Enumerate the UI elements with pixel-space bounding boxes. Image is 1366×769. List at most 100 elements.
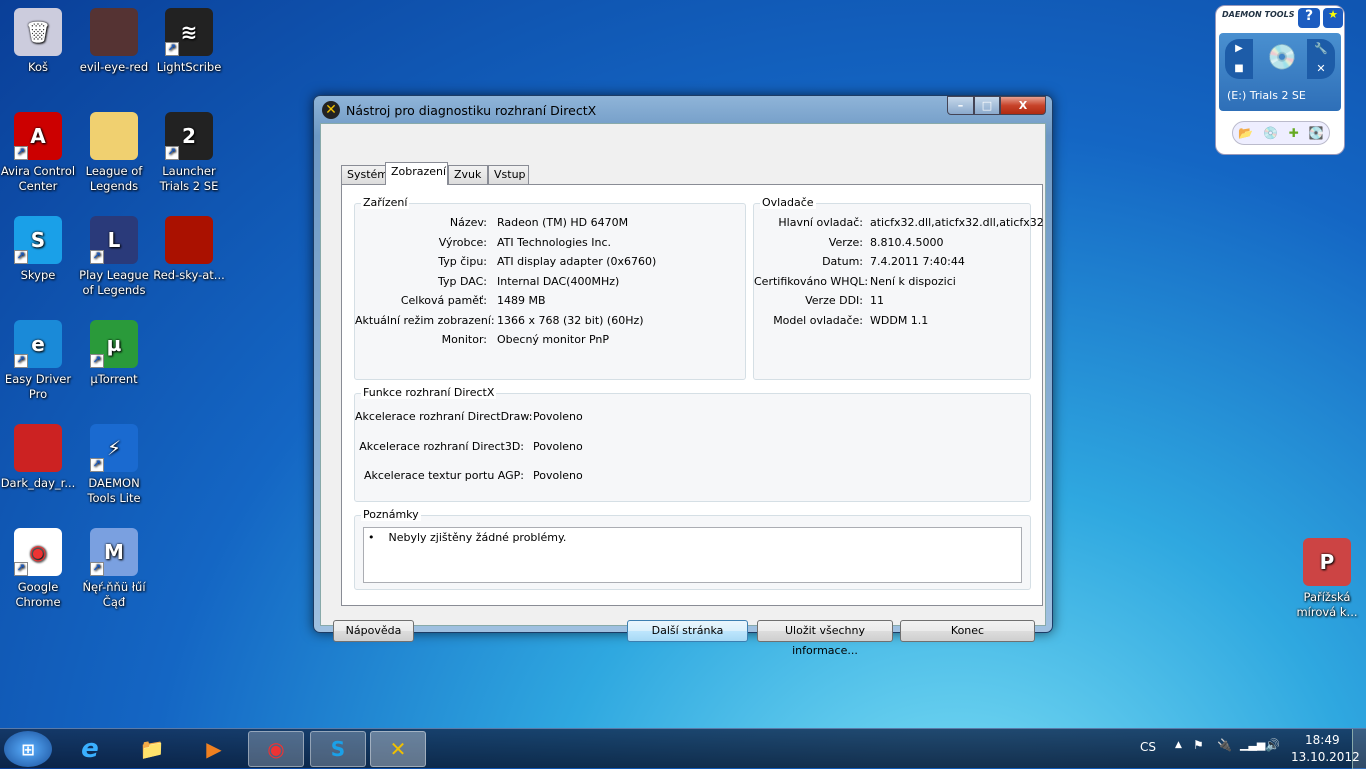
mount-play-button[interactable]: ▶ ■ [1225,39,1253,79]
desktop-icon-label: Red-sky-at... [153,268,225,282]
exit-button[interactable]: Konec [900,620,1035,642]
desktop-icon-label: Skype [20,268,56,282]
device-value: ATI Technologies Inc. [497,235,612,249]
open-image-icon[interactable]: 📂 [1238,126,1253,140]
desktop-icon[interactable]: evil-eye-red [76,8,152,75]
image-catalog-icon[interactable]: 💿 [1263,126,1278,140]
desktop-icon-label: League of Legends [85,164,143,193]
display-tab-panel: Zařízení Název: Radeon (TM) HD 6470M Výrob… [341,184,1044,606]
clock-date[interactable]: 13.10.2012 [1291,750,1360,764]
minimize-button[interactable]: – [947,96,974,115]
drive-label: (E:) Trials 2 SE [1227,89,1306,102]
desktop-icon[interactable]: L ↗ Play League of Legends [76,216,152,298]
features-value: Povoleno [533,439,583,453]
desktop-icon[interactable]: Red-sky-at... [151,216,227,283]
desktop-icon[interactable]: A ↗ Avira Control Center [0,112,76,194]
desktop-icon[interactable]: ⚡ ↗ DAEMON Tools Lite [76,424,152,506]
start-button[interactable]: ⊞ [4,731,52,767]
lightscribe-icon: ≋ ↗ [165,8,213,56]
action-center-flag-icon[interactable]: ⚑ [1193,738,1204,752]
image-icon [14,424,62,472]
desktop-icon-label: Google Chrome [15,580,61,609]
help-button[interactable]: Nápověda [333,620,414,642]
taskbar-explorer-icon[interactable]: 📁 [124,731,180,767]
tab-sound[interactable]: Zvuk [448,165,488,184]
desktop-icon[interactable]: 🗑 Koš [0,8,76,75]
desktop-icon[interactable]: ≋ ↗ LightScribe [151,8,227,75]
dialog-body: Systém Zobrazení Zvuk Vstup Zařízení Náz… [320,123,1046,657]
tab-system[interactable]: Systém [341,165,388,184]
features-label: Akcelerace rozhraní Direct3D: [359,439,524,453]
taskbar-skype-icon[interactable]: S [310,731,366,767]
desktop-icon[interactable]: M ↗ Ńęŕ-ňňü łűí Čąđ [76,528,152,610]
device-label: Monitor: [441,333,487,346]
features-label: Akcelerace textur portu AGP: [363,469,524,482]
shortcut-arrow-icon: ↗ [14,354,28,368]
device-value: Radeon (TM) HD 6470M [497,216,629,229]
desktop-icon[interactable]: S ↗ Skype [0,216,76,283]
desktop-icon[interactable]: 2 ↗ Launcher Trials 2 SE [151,112,227,194]
device-value: ATI display adapter (0x6760) [497,255,657,268]
shortcut-arrow-icon: ↗ [90,458,104,472]
shortcut-arrow-icon: ↗ [165,42,179,56]
power-icon[interactable]: 🔌 [1217,738,1232,752]
virtual-drive-icon: 💿 [1267,43,1297,71]
device-heading: Zařízení [361,196,410,209]
next-page-button[interactable]: Další stránka [627,620,748,642]
title-bar[interactable]: ✕ Nástroj pro diagnostiku rozhraní Direct… [322,101,596,119]
close-button[interactable]: X [1000,96,1046,115]
desktop-icon-label: DAEMON Tools Lite [87,476,141,505]
taskbar-dxdiag-icon[interactable]: ✕ [370,731,426,767]
language-indicator[interactable]: CS [1140,740,1156,754]
add-drive-icon[interactable]: ✚ [1289,126,1299,140]
taskbar-ie-icon[interactable]: e [62,731,118,767]
notes-text: Nebyly zjištěny žádné problémy. [388,531,567,544]
drivers-label: Certifikováno WHQL: [754,274,869,288]
directx-icon: ✕ [322,101,340,119]
drivers-label: Datum: [822,255,863,268]
desktop-icon[interactable]: µ ↗ µTorrent [76,320,152,387]
device-label: Aktuální režim zobrazení: [355,313,495,327]
tab-input[interactable]: Vstup [488,165,529,184]
powerpoint-icon: P [1303,538,1351,586]
desktop-icon-label: LightScribe [156,60,222,74]
features-label: Akcelerace rozhraní DirectDraw: [355,410,533,423]
news-icon[interactable]: ★ [1323,8,1343,28]
desktop-icon[interactable]: Dark_day_r... [0,424,76,491]
save-all-info-button[interactable]: Uložit všechny informace... [757,620,893,657]
tab-display[interactable]: Zobrazení [385,162,448,185]
window-title: Nástroj pro diagnostiku rozhraní DirectX [346,102,597,118]
drivers-value: WDDM 1.1 [870,313,929,327]
taskbar-media-player-icon[interactable]: ▶ [186,731,242,767]
clock-time[interactable]: 18:49 [1305,733,1340,747]
settings-unmount-button[interactable]: 🔧 ✕ [1307,39,1335,79]
shortcut-arrow-icon: ↗ [90,250,104,264]
shortcut-arrow-icon: ↗ [165,146,179,160]
notes-textbox[interactable]: • Nebyly zjištěny žádné problémy. [363,527,1022,583]
image-icon [90,8,138,56]
drivers-group: Ovladače Hlavní ovladač: aticfx32.dll,ati… [753,196,1044,380]
drivers-label: Verze DDI: [805,294,863,307]
desktop-icon[interactable]: P Pařížská mírová k... [1289,538,1365,620]
help-button[interactable]: ? [1298,8,1320,28]
show-hidden-icons[interactable]: ▲ [1175,740,1182,750]
utorrent-icon: µ ↗ [90,320,138,368]
network-signal-icon[interactable]: ▁▃▅ [1240,738,1265,751]
maximize-button[interactable]: □ [974,96,1000,115]
desktop-icon-label: Pařížská mírová k... [1296,590,1358,619]
desktop-icon-label: Dark_day_r... [0,476,76,490]
drivers-value: 7.4.2011 7:40:44 [870,255,965,268]
taskbar-chrome-icon[interactable]: ◉ [248,731,304,767]
device-value: 1489 MB [497,294,546,307]
device-group: Zařízení Název: Radeon (TM) HD 6470M Výrob… [354,196,746,380]
directx-features-group: Funkce rozhraní DirectX Akcelerace rozhr… [354,386,1031,502]
volume-icon[interactable]: 🔊 [1265,738,1280,752]
desktop-icon[interactable]: ◉ ↗ Google Chrome [0,528,76,610]
desktop-icon[interactable]: League of Legends [76,112,152,194]
desktop-icon-label: Ńęŕ-ňňü łűí Čąđ [82,580,146,609]
device-label: Typ čipu: [438,255,487,268]
desktop-icon[interactable]: e ↗ Easy Driver Pro [0,320,76,402]
recycle-bin-icon: 🗑 [14,8,62,56]
show-desktop-button[interactable] [1352,729,1366,769]
drive-status-icon[interactable]: 💽 [1309,126,1324,140]
